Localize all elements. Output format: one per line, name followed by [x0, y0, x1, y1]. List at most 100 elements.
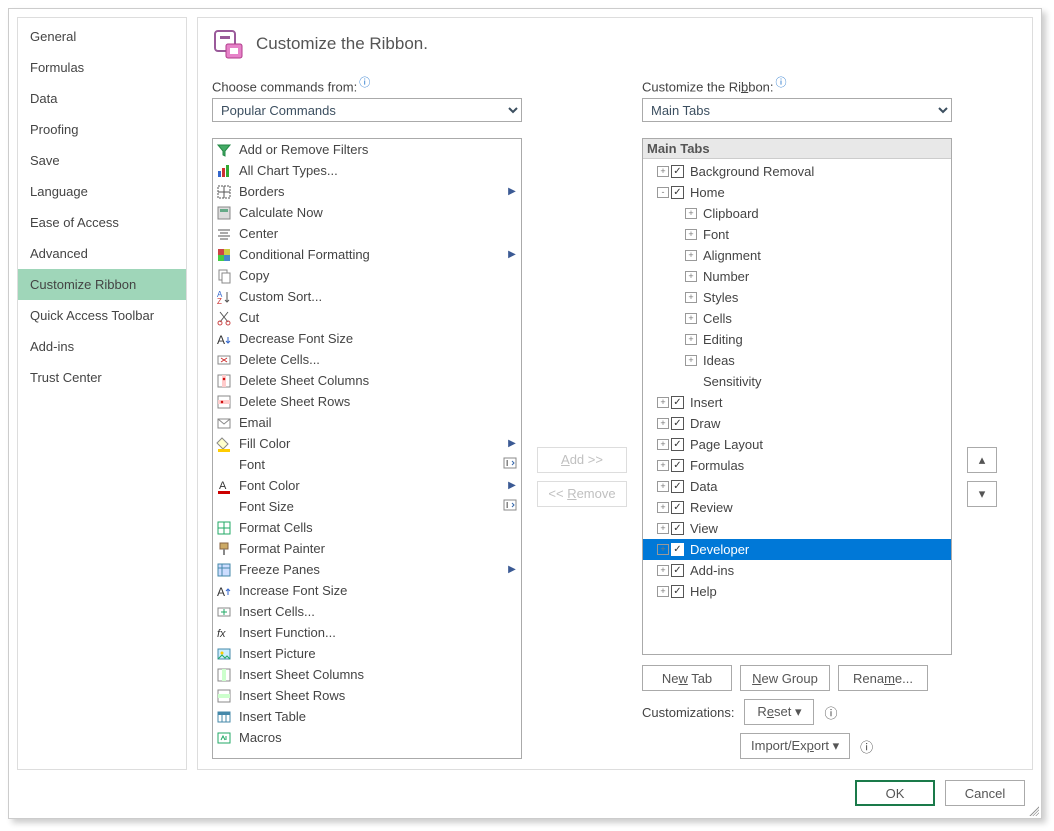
- checkbox[interactable]: ✓: [671, 543, 684, 556]
- tree-item[interactable]: +✓Background Removal: [643, 161, 951, 182]
- command-item[interactable]: Cut: [213, 307, 521, 328]
- info-icon[interactable]: ⓘ: [824, 703, 837, 722]
- checkbox[interactable]: ✓: [671, 165, 684, 178]
- tree-item[interactable]: +✓Data: [643, 476, 951, 497]
- import-export-button[interactable]: Import/Export ▾: [740, 733, 850, 759]
- checkbox[interactable]: ✓: [671, 564, 684, 577]
- command-item[interactable]: Add or Remove Filters: [213, 139, 521, 160]
- expand-icon[interactable]: +: [685, 334, 697, 345]
- expand-icon[interactable]: +: [657, 523, 669, 534]
- ribbon-tree[interactable]: Main Tabs +✓Background Removal-✓Home+Cli…: [642, 138, 952, 655]
- command-item[interactable]: Insert Cells...: [213, 601, 521, 622]
- rename-button[interactable]: Rename...: [838, 665, 928, 691]
- checkbox[interactable]: ✓: [671, 522, 684, 535]
- customize-ribbon-dropdown[interactable]: Main Tabs: [642, 98, 952, 122]
- command-item[interactable]: Format Cells: [213, 517, 521, 538]
- tree-item[interactable]: +Editing: [643, 329, 951, 350]
- command-item[interactable]: fxInsert Function...: [213, 622, 521, 643]
- command-item[interactable]: AFont Color▶: [213, 475, 521, 496]
- tree-item[interactable]: +✓Add-ins: [643, 560, 951, 581]
- cancel-button[interactable]: Cancel: [945, 780, 1025, 806]
- info-icon[interactable]: ⓘ: [776, 77, 787, 89]
- command-item[interactable]: Delete Sheet Rows: [213, 391, 521, 412]
- expand-icon[interactable]: +: [657, 544, 669, 555]
- move-up-button[interactable]: ▴: [967, 447, 997, 473]
- resize-grip[interactable]: [1027, 804, 1039, 816]
- tree-item[interactable]: +Font: [643, 224, 951, 245]
- reset-button[interactable]: Reset ▾: [744, 699, 814, 725]
- command-item[interactable]: Fill Color▶: [213, 433, 521, 454]
- tree-item[interactable]: +✓Developer: [643, 539, 951, 560]
- commands-listbox[interactable]: Add or Remove FiltersAll Chart Types...B…: [212, 138, 522, 759]
- tree-item[interactable]: +✓Insert: [643, 392, 951, 413]
- expand-icon[interactable]: +: [685, 355, 697, 366]
- tree-item[interactable]: +✓Formulas: [643, 455, 951, 476]
- command-item[interactable]: Center: [213, 223, 521, 244]
- expand-icon[interactable]: +: [685, 229, 697, 240]
- command-item[interactable]: Delete Cells...: [213, 349, 521, 370]
- command-item[interactable]: Insert Sheet Columns: [213, 664, 521, 685]
- checkbox[interactable]: ✓: [671, 186, 684, 199]
- expand-icon[interactable]: +: [685, 292, 697, 303]
- sidebar-item-language[interactable]: Language: [18, 176, 186, 207]
- sidebar-item-customize-ribbon[interactable]: Customize Ribbon: [18, 269, 186, 300]
- expand-icon[interactable]: +: [657, 418, 669, 429]
- command-item[interactable]: FontI: [213, 454, 521, 475]
- tree-item[interactable]: +Styles: [643, 287, 951, 308]
- new-tab-button[interactable]: New Tab: [642, 665, 732, 691]
- command-item[interactable]: Freeze Panes▶: [213, 559, 521, 580]
- command-item[interactable]: Insert Table: [213, 706, 521, 727]
- expand-icon[interactable]: +: [657, 481, 669, 492]
- tree-item[interactable]: +✓Review: [643, 497, 951, 518]
- tree-item[interactable]: Sensitivity: [643, 371, 951, 392]
- command-item[interactable]: Borders▶: [213, 181, 521, 202]
- command-item[interactable]: Insert Picture: [213, 643, 521, 664]
- command-item[interactable]: AZCustom Sort...: [213, 286, 521, 307]
- info-icon[interactable]: ⓘ: [359, 77, 370, 89]
- expand-icon[interactable]: +: [657, 460, 669, 471]
- remove-button[interactable]: << Remove: [537, 481, 627, 507]
- tree-item[interactable]: -✓Home: [643, 182, 951, 203]
- checkbox[interactable]: ✓: [671, 585, 684, 598]
- sidebar-item-save[interactable]: Save: [18, 145, 186, 176]
- info-icon[interactable]: ⓘ: [860, 737, 873, 756]
- sidebar-item-data[interactable]: Data: [18, 83, 186, 114]
- sidebar-item-proofing[interactable]: Proofing: [18, 114, 186, 145]
- command-item[interactable]: ADecrease Font Size: [213, 328, 521, 349]
- command-item[interactable]: Macros: [213, 727, 521, 748]
- expand-icon[interactable]: +: [657, 502, 669, 513]
- sidebar-item-add-ins[interactable]: Add-ins: [18, 331, 186, 362]
- expand-icon[interactable]: +: [685, 271, 697, 282]
- add-button[interactable]: Add >>: [537, 447, 627, 473]
- command-item[interactable]: All Chart Types...: [213, 160, 521, 181]
- command-item[interactable]: Delete Sheet Columns: [213, 370, 521, 391]
- collapse-icon[interactable]: -: [657, 187, 669, 198]
- command-item[interactable]: Font SizeI: [213, 496, 521, 517]
- expand-icon[interactable]: +: [657, 397, 669, 408]
- tree-item[interactable]: +Alignment: [643, 245, 951, 266]
- new-group-button[interactable]: New Group: [740, 665, 830, 691]
- tree-item[interactable]: +✓View: [643, 518, 951, 539]
- checkbox[interactable]: ✓: [671, 480, 684, 493]
- expand-icon[interactable]: +: [657, 565, 669, 576]
- expand-icon[interactable]: +: [657, 586, 669, 597]
- command-item[interactable]: Copy: [213, 265, 521, 286]
- command-item[interactable]: AIncrease Font Size: [213, 580, 521, 601]
- command-item[interactable]: Conditional Formatting▶: [213, 244, 521, 265]
- tree-item[interactable]: +Clipboard: [643, 203, 951, 224]
- sidebar-item-ease-of-access[interactable]: Ease of Access: [18, 207, 186, 238]
- checkbox[interactable]: ✓: [671, 396, 684, 409]
- tree-item[interactable]: +Number: [643, 266, 951, 287]
- command-item[interactable]: Email: [213, 412, 521, 433]
- sidebar-item-formulas[interactable]: Formulas: [18, 52, 186, 83]
- expand-icon[interactable]: +: [657, 439, 669, 450]
- command-item[interactable]: Calculate Now: [213, 202, 521, 223]
- sidebar-item-advanced[interactable]: Advanced: [18, 238, 186, 269]
- checkbox[interactable]: ✓: [671, 459, 684, 472]
- checkbox[interactable]: ✓: [671, 501, 684, 514]
- checkbox[interactable]: ✓: [671, 438, 684, 451]
- expand-icon[interactable]: +: [685, 250, 697, 261]
- command-item[interactable]: Format Painter: [213, 538, 521, 559]
- sidebar-item-quick-access-toolbar[interactable]: Quick Access Toolbar: [18, 300, 186, 331]
- expand-icon[interactable]: +: [657, 166, 669, 177]
